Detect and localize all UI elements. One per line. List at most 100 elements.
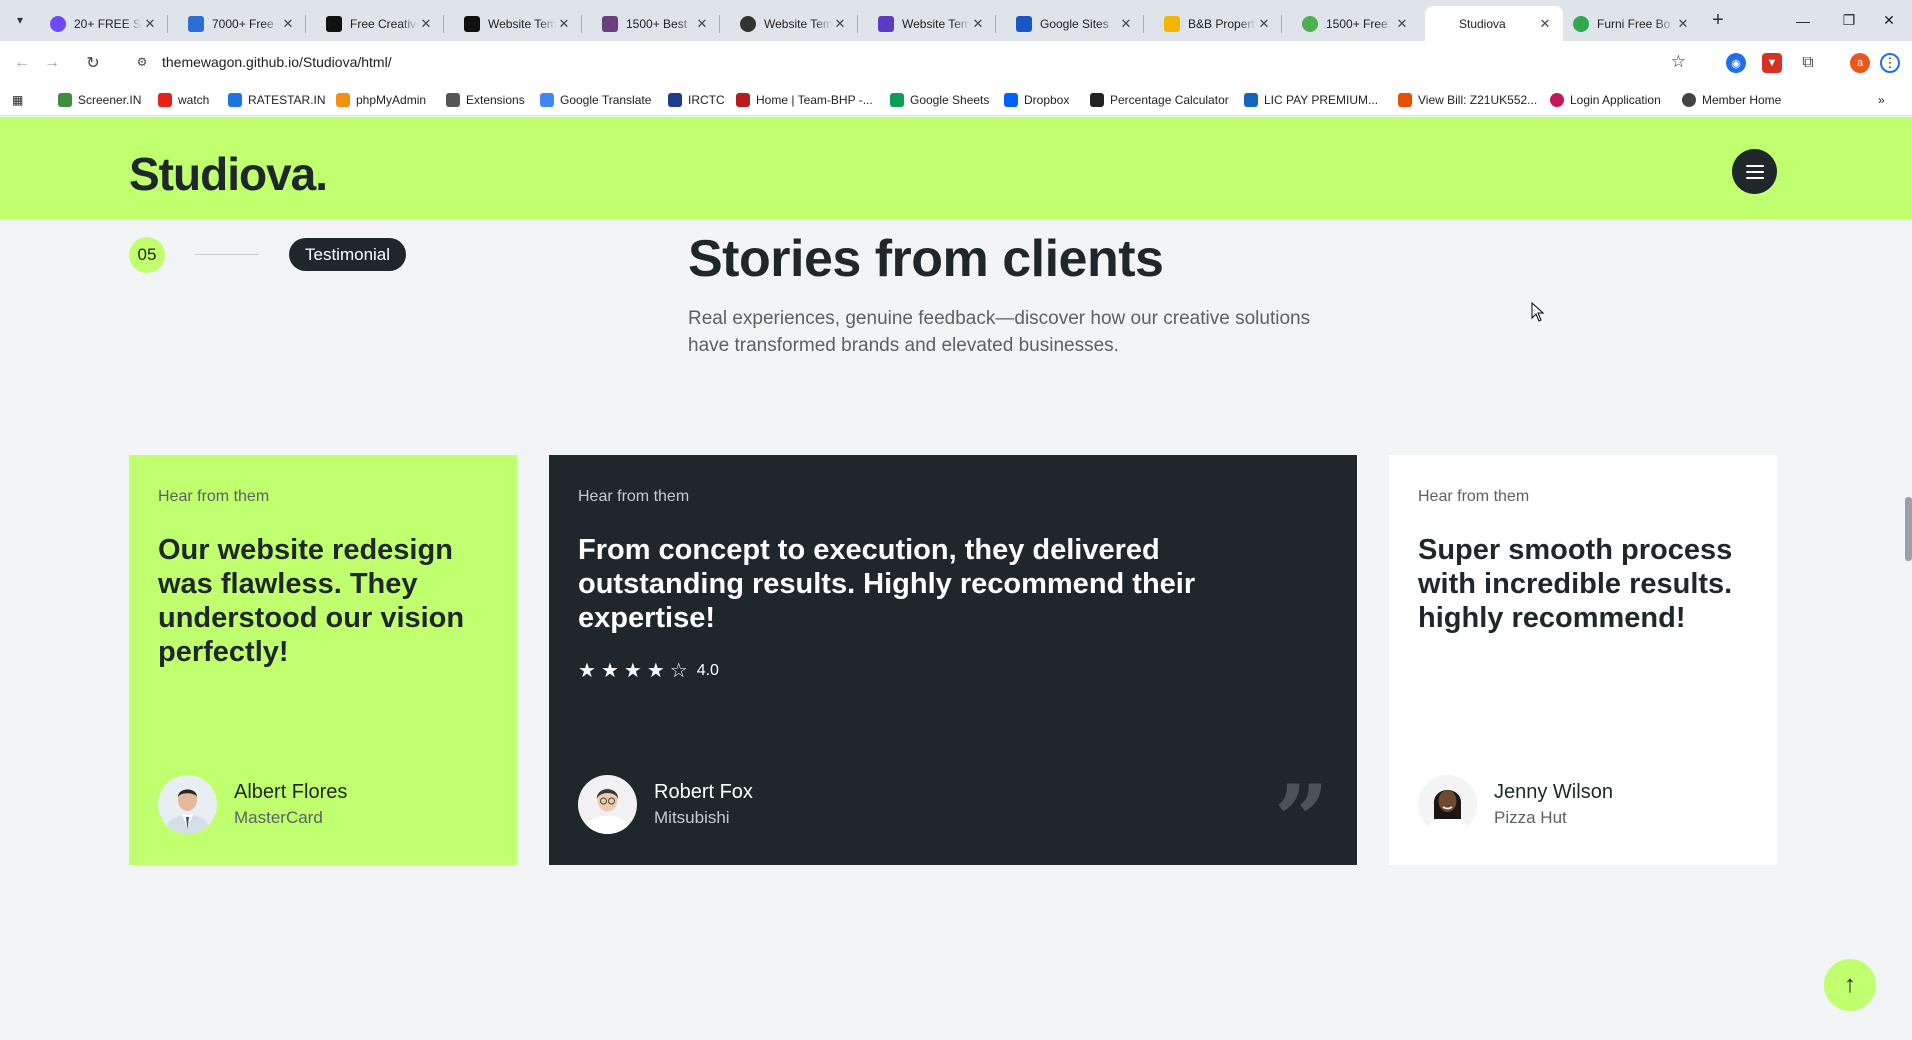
bookmark-item[interactable]: Member Home	[1682, 90, 1781, 110]
testimonial-author: Jenny Wilson Pizza Hut	[1418, 775, 1613, 834]
tab-close-icon[interactable]: ✕	[1537, 16, 1553, 32]
author-company: Mitsubishi	[654, 807, 730, 827]
more-menu-icon[interactable]: ⋮	[1880, 53, 1900, 73]
tab-search-icon[interactable]: ▾	[8, 8, 32, 32]
site-logo[interactable]: Studiova.	[129, 147, 328, 201]
minimize-icon[interactable]: —	[1780, 0, 1826, 41]
tab-active[interactable]: Studiova ✕	[1425, 6, 1563, 41]
tab-label: Website Tem	[764, 16, 832, 31]
card-eyebrow: Hear from them	[1418, 488, 1530, 505]
tab-favicon	[464, 15, 480, 32]
browser-toolbar: ← → ↻ ⚙ themewagon.github.io/Studiova/ht…	[0, 41, 1912, 84]
url-text[interactable]: themewagon.github.io/Studiova/html/	[162, 54, 392, 70]
tab-close-icon[interactable]: ✕	[1675, 16, 1691, 32]
tab[interactable]: Website Tem ✕	[730, 6, 858, 41]
tab[interactable]: 1500+ Best ✕	[592, 6, 720, 41]
tab-strip: ▾ 20+ FREE Se ✕ 7000+ Free ✕ Free Creati…	[0, 0, 1912, 41]
new-tab-icon[interactable]: +	[1705, 8, 1731, 34]
bookmark-item[interactable]: Dropbox	[1004, 90, 1069, 110]
bookmark-icon	[1550, 93, 1564, 107]
tab-label: 7000+ Free	[212, 16, 274, 31]
bookmark-item[interactable]: RATESTAR.IN	[228, 90, 326, 110]
tab-close-icon[interactable]: ✕	[694, 16, 710, 32]
tab[interactable]: Website Tem ✕	[868, 6, 996, 41]
bookmark-icon	[228, 93, 242, 107]
tab[interactable]: Website Tem ✕	[454, 6, 582, 41]
address-bar[interactable]: ⚙ themewagon.github.io/Studiova/html/ ☆	[124, 46, 1694, 78]
tab[interactable]: 7000+ Free ✕	[178, 6, 306, 41]
bookmarks-overflow-icon[interactable]: »	[1878, 90, 1885, 110]
site-info-icon[interactable]: ⚙	[130, 55, 154, 69]
tab-close-icon[interactable]: ✕	[832, 16, 848, 32]
bookmark-item[interactable]: LIC PAY PREMIUM...	[1244, 90, 1378, 110]
tab-close-icon[interactable]: ✕	[970, 16, 986, 32]
author-name: Jenny Wilson	[1494, 780, 1613, 803]
apps-icon[interactable]: ▦	[12, 90, 23, 110]
bookmark-item[interactable]: phpMyAdmin	[336, 90, 426, 110]
forward-icon[interactable]: →	[40, 51, 64, 75]
tab[interactable]: 1500+ Free ✕	[1292, 6, 1420, 41]
profile-avatar[interactable]: a	[1850, 53, 1870, 73]
tab[interactable]: Free Creative ✕	[316, 6, 444, 41]
star-empty-icon: ☆	[669, 660, 688, 682]
bookmark-icon	[1244, 93, 1258, 107]
close-window-icon[interactable]: ✕	[1866, 0, 1912, 41]
tab[interactable]: B&B Propert ✕	[1154, 6, 1282, 41]
tab[interactable]: Google Sites ✕	[1006, 6, 1144, 41]
bookmark-item[interactable]: Home | Team-BHP -...	[736, 90, 873, 110]
mouse-cursor-icon	[1531, 302, 1545, 322]
bookmark-item[interactable]: watch	[158, 90, 209, 110]
avatar	[578, 775, 637, 834]
tab-close-icon[interactable]: ✕	[142, 16, 158, 32]
testimonial-author: Robert Fox Mitsubishi	[578, 775, 753, 834]
star-filled-icon: ★	[600, 660, 619, 682]
tab-label: Website Tem	[488, 16, 556, 31]
testimonial-card: Hear from them Super smooth process with…	[1389, 455, 1777, 865]
extension-icon[interactable]: ◉	[1726, 53, 1746, 73]
bookmark-star-icon[interactable]: ☆	[1671, 52, 1686, 72]
scroll-to-top-button[interactable]: ↑	[1824, 959, 1876, 1011]
bookmark-item[interactable]: Login Application	[1550, 90, 1661, 110]
tab-favicon	[1302, 15, 1318, 32]
shield-extension-icon[interactable]: ▼	[1762, 53, 1782, 73]
bookmark-item[interactable]: Google Translate	[540, 90, 651, 110]
tab-label: B&B Propert	[1188, 16, 1255, 31]
quote-mark-icon: ”	[1273, 764, 1329, 877]
tab[interactable]: Furni Free Bo ✕	[1563, 6, 1701, 41]
avatar	[1418, 775, 1477, 834]
tab-close-icon[interactable]: ✕	[556, 16, 572, 32]
tab-close-icon[interactable]: ✕	[1394, 16, 1410, 32]
bookmark-item[interactable]: Percentage Calculator	[1090, 90, 1229, 110]
tab-label: Furni Free Bo	[1597, 16, 1671, 31]
tab-close-icon[interactable]: ✕	[280, 16, 296, 32]
page-scrollbar-thumb[interactable]	[1905, 497, 1912, 561]
tab-favicon	[1573, 15, 1589, 32]
bookmark-icon	[336, 93, 350, 107]
bookmark-item[interactable]: Google Sheets	[890, 90, 989, 110]
tab[interactable]: 20+ FREE Se ✕	[40, 6, 168, 41]
bookmark-icon	[736, 93, 750, 107]
tab-close-icon[interactable]: ✕	[1118, 16, 1134, 32]
tab-close-icon[interactable]: ✕	[1256, 16, 1272, 32]
section-number: 05	[129, 237, 165, 273]
bookmark-item[interactable]: Extensions	[446, 90, 525, 110]
bookmark-icon	[1682, 93, 1696, 107]
hamburger-menu-button[interactable]	[1732, 149, 1777, 194]
reload-icon[interactable]: ↻	[81, 51, 105, 75]
author-name: Albert Flores	[234, 780, 348, 803]
tab-close-icon[interactable]: ✕	[418, 16, 434, 32]
author-company: Pizza Hut	[1494, 807, 1567, 827]
bookmark-item[interactable]: Screener.IN	[58, 90, 141, 110]
tab-label: Studiova	[1459, 16, 1506, 31]
author-name: Robert Fox	[654, 780, 753, 803]
bookmark-icon	[1398, 93, 1412, 107]
bookmark-item[interactable]: View Bill: Z21UK552...	[1398, 90, 1537, 110]
tab-favicon	[1016, 15, 1032, 32]
author-company: MasterCard	[234, 807, 323, 827]
tab-favicon	[740, 15, 756, 32]
puzzle-icon[interactable]: ⧉	[1798, 53, 1818, 73]
back-icon[interactable]: ←	[10, 51, 34, 75]
bookmark-item[interactable]: IRCTC	[668, 90, 725, 110]
tab-favicon	[602, 15, 618, 32]
bookmark-icon	[158, 93, 172, 107]
